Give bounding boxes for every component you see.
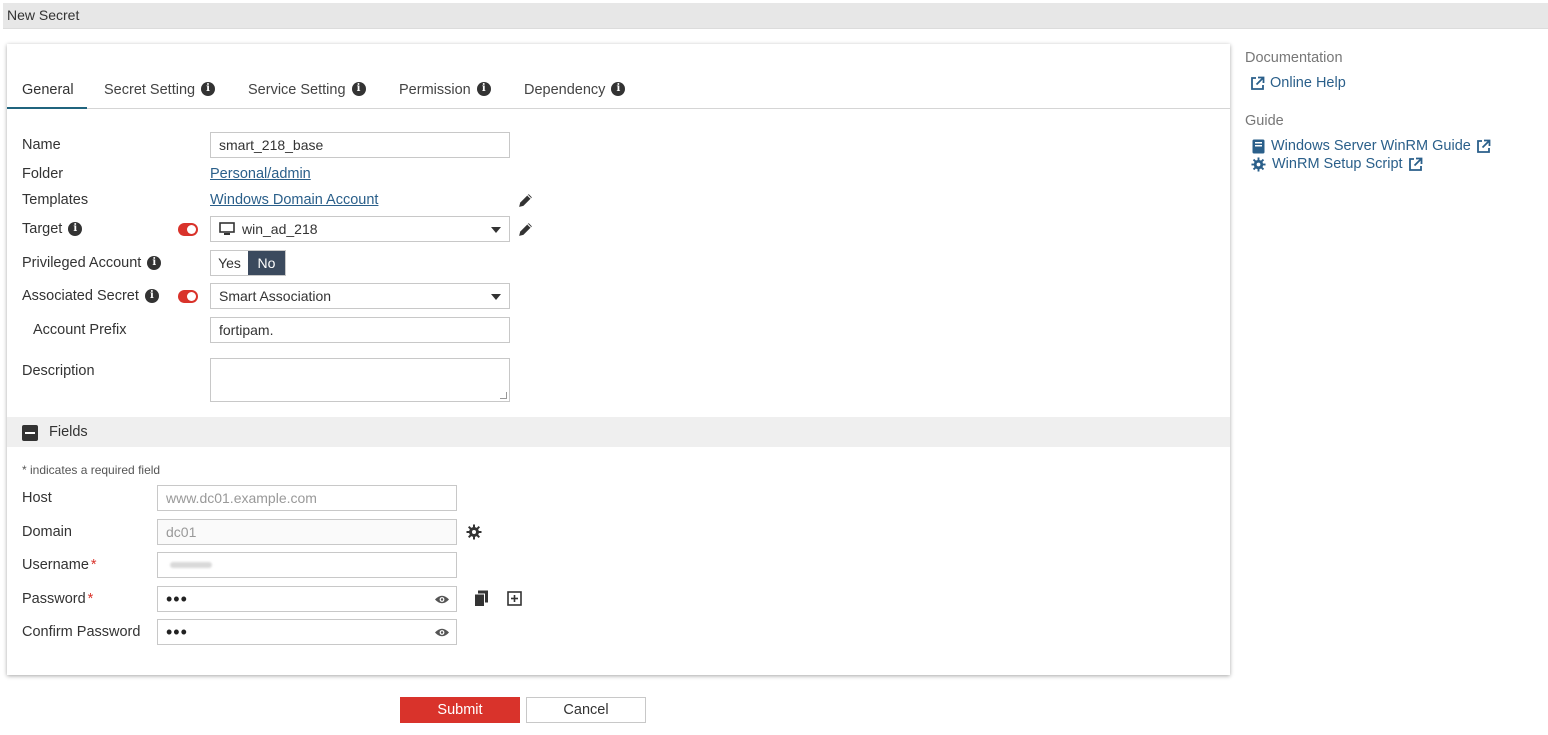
eye-icon[interactable] xyxy=(434,627,450,638)
documentation-heading: Documentation xyxy=(1245,50,1343,66)
folder-link[interactable]: Personal/admin xyxy=(210,166,311,182)
host-label: Host xyxy=(22,490,52,506)
submit-button[interactable]: Submit xyxy=(400,697,520,723)
associated-label-text: Associated Secret xyxy=(22,288,139,304)
username-input[interactable] xyxy=(157,552,457,578)
plus-square-icon[interactable] xyxy=(507,591,522,606)
required-mark: * xyxy=(90,557,97,573)
domain-label: Domain xyxy=(22,524,72,540)
username-label-text: Username xyxy=(22,557,89,573)
confirm-password-label: Confirm Password xyxy=(22,624,141,640)
winrm-guide-label: Windows Server WinRM Guide xyxy=(1271,138,1471,154)
password-label-text: Password xyxy=(22,591,86,607)
description-textarea[interactable] xyxy=(210,358,510,402)
associated-toggle[interactable] xyxy=(178,290,198,303)
chevron-down-icon xyxy=(491,227,501,233)
info-icon[interactable]: i xyxy=(201,82,216,96)
confirm-password-input[interactable]: ••• xyxy=(157,619,457,645)
book-icon xyxy=(1252,139,1265,153)
domain-input[interactable]: dc01 xyxy=(157,519,457,545)
info-icon[interactable]: i xyxy=(351,82,366,96)
associated-select[interactable]: Smart Association xyxy=(210,283,510,309)
form-card: General Secret Setting i Service Setting… xyxy=(7,44,1230,675)
description-label: Description xyxy=(22,363,95,379)
required-hint: * indicates a required field xyxy=(22,463,161,477)
target-value: win_ad_218 xyxy=(242,221,318,237)
gear-icon xyxy=(1251,156,1266,172)
tab-label: Service Setting xyxy=(248,82,346,98)
guide-heading: Guide xyxy=(1245,113,1284,129)
title-bar: New Secret xyxy=(3,3,1548,29)
password-label: Password * xyxy=(22,591,93,607)
chevron-down-icon xyxy=(491,294,501,300)
pencil-icon[interactable] xyxy=(517,221,534,238)
prefix-label: Account Prefix xyxy=(33,322,127,338)
target-toggle[interactable] xyxy=(178,223,198,236)
required-mark: * xyxy=(87,591,94,607)
confirm-password-mask: ••• xyxy=(166,621,188,642)
pencil-icon[interactable] xyxy=(517,192,534,209)
tab-permission[interactable]: Permission i xyxy=(399,82,491,109)
minus-square-icon[interactable] xyxy=(22,425,38,441)
tab-label: General xyxy=(22,82,74,98)
monitor-icon xyxy=(219,222,235,235)
winrm-script-label: WinRM Setup Script xyxy=(1272,156,1403,172)
info-icon[interactable]: i xyxy=(147,256,162,270)
tab-bar: General Secret Setting i Service Setting… xyxy=(7,44,1230,109)
tab-general[interactable]: General xyxy=(7,82,87,109)
target-label: Target i xyxy=(22,221,83,237)
password-mask: ••• xyxy=(166,588,188,609)
info-icon[interactable]: i xyxy=(611,82,626,96)
privileged-label-text: Privileged Account xyxy=(22,255,142,271)
external-link-icon xyxy=(1251,76,1265,90)
online-help-label: Online Help xyxy=(1270,75,1346,91)
associated-label: Associated Secret i xyxy=(22,288,159,304)
external-link-icon xyxy=(1476,139,1491,153)
password-input[interactable]: ••• xyxy=(157,586,457,612)
tab-dependency[interactable]: Dependency i xyxy=(524,82,626,109)
window-title: New Secret xyxy=(7,7,80,23)
gear-icon[interactable] xyxy=(466,524,482,540)
target-select[interactable]: win_ad_218 xyxy=(210,216,510,242)
prefix-input[interactable]: fortipam. xyxy=(210,317,510,343)
winrm-guide-link[interactable]: Windows Server WinRM Guide xyxy=(1252,138,1491,154)
templates-link[interactable]: Windows Domain Account xyxy=(210,192,378,208)
privileged-yes-option[interactable]: Yes xyxy=(211,251,248,275)
privileged-label: Privileged Account i xyxy=(22,255,162,271)
username-label: Username * xyxy=(22,557,97,573)
fields-title: Fields xyxy=(49,424,88,440)
name-label: Name xyxy=(22,137,61,153)
fields-section-header[interactable]: Fields xyxy=(7,417,1230,447)
online-help-link[interactable]: Online Help xyxy=(1250,75,1346,91)
name-input[interactable]: smart_218_base xyxy=(210,132,510,158)
tab-service-setting[interactable]: Service Setting i xyxy=(248,82,366,109)
privileged-no-option[interactable]: No xyxy=(248,251,285,275)
winrm-script-link[interactable]: WinRM Setup Script xyxy=(1251,156,1423,172)
blurred-value xyxy=(170,562,212,568)
tab-label: Permission xyxy=(399,82,471,98)
cancel-button[interactable]: Cancel xyxy=(526,697,646,723)
copy-icon[interactable] xyxy=(474,590,489,607)
eye-icon[interactable] xyxy=(434,594,450,605)
info-icon[interactable]: i xyxy=(68,222,83,236)
host-input[interactable]: www.dc01.example.com xyxy=(157,485,457,511)
folder-label: Folder xyxy=(22,166,64,182)
resize-handle[interactable] xyxy=(500,392,507,399)
external-link-icon xyxy=(1408,157,1422,171)
target-label-text: Target xyxy=(22,221,63,237)
info-icon[interactable]: i xyxy=(144,289,159,303)
tab-secret-setting[interactable]: Secret Setting i xyxy=(104,82,216,109)
privileged-segmented: Yes No xyxy=(210,250,286,276)
associated-value: Smart Association xyxy=(219,288,332,304)
tab-label: Dependency xyxy=(524,82,606,98)
tab-label: Secret Setting xyxy=(104,82,196,98)
info-icon[interactable]: i xyxy=(476,82,491,96)
templates-label: Templates xyxy=(22,192,89,208)
